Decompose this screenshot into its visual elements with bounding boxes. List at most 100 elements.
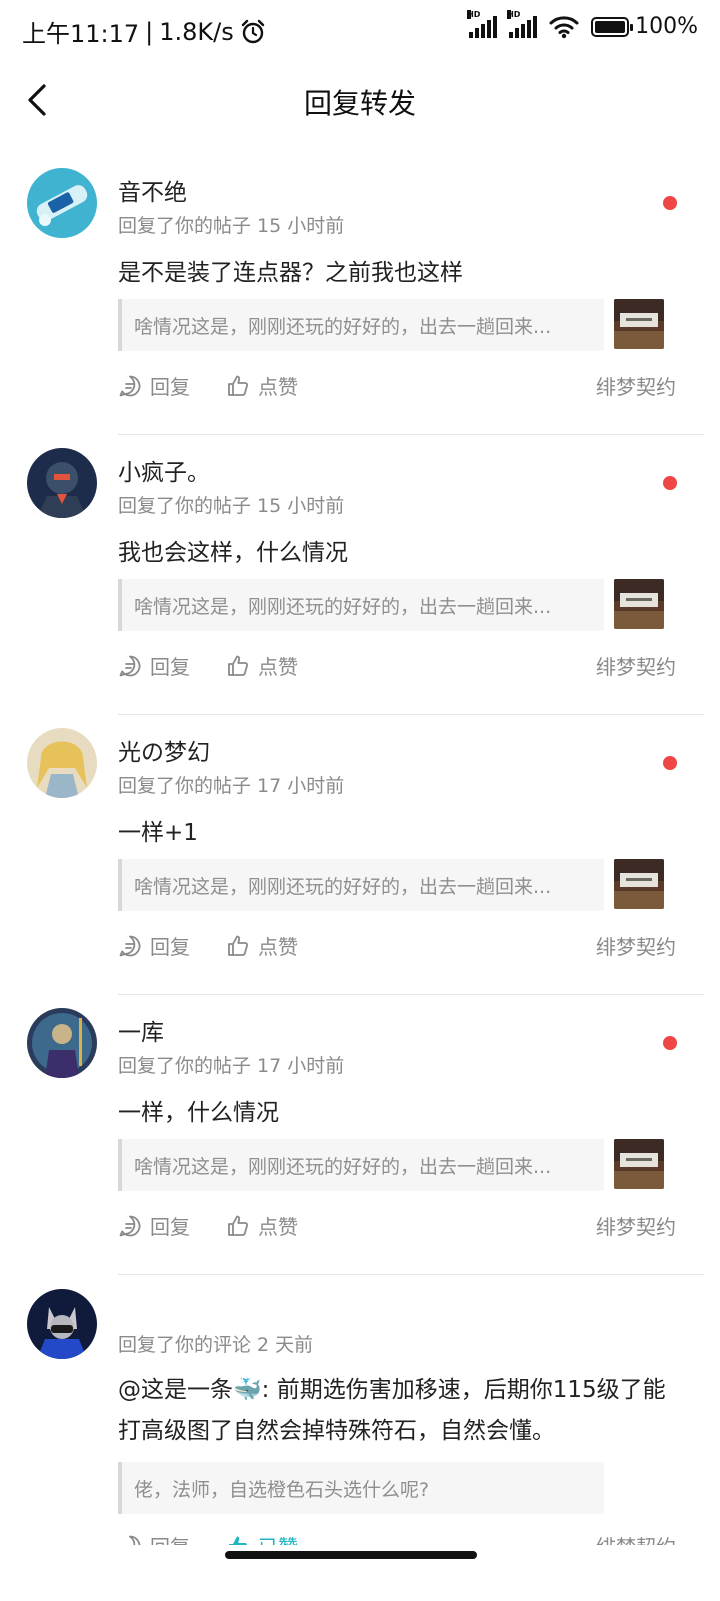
status-right: HD HD 100%	[467, 9, 698, 39]
like-label: 已赞	[258, 1531, 298, 1545]
reply-feed: 音不绝 回复了你的帖子 15 小时前 是不是装了连点器？之前我也这样 啥情况这是…	[0, 155, 720, 1545]
like-button[interactable]: 点赞	[226, 931, 298, 960]
username[interactable]: 光の梦幻	[118, 733, 210, 767]
reply-meta: 回复了你的帖子 15 小时前	[118, 215, 345, 237]
reply-button[interactable]: 回复	[118, 1531, 190, 1545]
unread-dot	[663, 1036, 677, 1050]
like-button[interactable]: 已赞	[226, 1531, 298, 1545]
reply-button[interactable]: 回复	[118, 371, 190, 400]
post-thumbnail[interactable]	[614, 859, 664, 909]
network-speed: 1.8K/s	[159, 17, 234, 46]
reply-text[interactable]: 一样，什么情况	[118, 1093, 279, 1133]
username[interactable]: 小疯子。	[118, 453, 210, 487]
notification-item-comment[interactable]: 回复了你的评论 2 天前 @这是一条🐳: 前期选伤害加移速，后期你115级了能 …	[0, 1275, 720, 1545]
avatar[interactable]	[27, 168, 97, 238]
status-time: 上午11:17	[22, 20, 140, 48]
reply-label: 回复	[150, 655, 190, 679]
post-thumbnail[interactable]	[614, 299, 664, 349]
like-button[interactable]: 点赞	[226, 651, 298, 680]
quoted-post-text: 啥情况这是，刚刚还玩的好好的，出去一趟回来...	[134, 876, 552, 898]
like-label: 点赞	[258, 375, 298, 399]
quoted-post-text: 啥情况这是，刚刚还玩的好好的，出去一趟回来...	[134, 596, 552, 618]
status-bar: 上午11:17 | 1.8K/s HD HD 100%	[0, 0, 720, 60]
signal-icon-2: HD	[507, 9, 538, 38]
reply-text[interactable]: 我也会这样，什么情况	[118, 533, 348, 573]
signal-icon: HD	[467, 9, 498, 38]
page-title: 回复转发	[303, 87, 416, 120]
battery-indicator: 100%	[591, 14, 698, 39]
username[interactable]: 音不绝	[118, 173, 187, 207]
like-button[interactable]: 点赞	[226, 1211, 298, 1240]
status-separator: |	[145, 17, 154, 46]
like-label: 点赞	[258, 655, 298, 679]
forum-name[interactable]: 绯梦契约	[596, 931, 676, 960]
reply-button[interactable]: 回复	[118, 1211, 190, 1240]
notification-item[interactable]: 光の梦幻 回复了你的帖子 17 小时前 一样+1 啥情况这是，刚刚还玩的好好的，…	[0, 715, 720, 995]
reply-button[interactable]: 回复	[118, 931, 190, 960]
quoted-post[interactable]: 啥情况这是，刚刚还玩的好好的，出去一趟回来...	[118, 299, 604, 351]
action-bar: 回复 点赞 绯梦契约	[118, 1211, 676, 1243]
reply-meta: 回复了你的帖子 15 小时前	[118, 495, 345, 517]
thumbs-up-icon	[228, 655, 249, 676]
thumbs-up-icon	[228, 935, 249, 956]
comment-icon	[119, 1215, 141, 1236]
action-bar: 回复 点赞 绯梦契约	[118, 651, 676, 683]
forum-name[interactable]: 绯梦契约	[596, 1531, 676, 1545]
avatar[interactable]	[27, 1008, 97, 1078]
reply-meta: 回复了你的帖子 17 小时前	[118, 1055, 345, 1077]
reply-label: 回复	[150, 1215, 190, 1239]
reply-text-line-1: @这是一条🐳: 前期选伤害加移速，后期你115级了能	[118, 1377, 666, 1403]
quoted-post[interactable]: 啥情况这是，刚刚还玩的好好的，出去一趟回来...	[118, 1139, 604, 1191]
post-thumbnail[interactable]	[614, 1139, 664, 1189]
notification-item[interactable]: 一库 回复了你的帖子 17 小时前 一样，什么情况 啥情况这是，刚刚还玩的好好的…	[0, 995, 720, 1275]
wifi-icon	[549, 15, 579, 38]
reply-label: 回复	[150, 375, 190, 399]
quoted-post[interactable]: 啥情况这是，刚刚还玩的好好的，出去一趟回来...	[118, 579, 604, 631]
quoted-post[interactable]: 啥情况这是，刚刚还玩的好好的，出去一趟回来...	[118, 859, 604, 911]
unread-dot	[663, 196, 677, 210]
quoted-post-text: 啥情况这是，刚刚还玩的好好的，出去一趟回来...	[134, 316, 552, 338]
action-bar: 回复 点赞 绯梦契约	[118, 371, 676, 403]
battery-percent: 100%	[635, 14, 698, 39]
action-bar: 回复 点赞 绯梦契约	[118, 931, 676, 963]
quoted-comment[interactable]: 佬，法师，自选橙色石头选什么呢?	[118, 1462, 604, 1514]
thumbs-up-icon	[228, 375, 249, 396]
forum-name[interactable]: 绯梦契约	[596, 651, 676, 680]
thumbs-up-filled-icon	[229, 1536, 248, 1545]
forum-name[interactable]: 绯梦契约	[596, 371, 676, 400]
comment-icon	[119, 935, 141, 956]
reply-meta: 回复了你的帖子 17 小时前	[118, 775, 345, 797]
notification-item[interactable]: 小疯子。 回复了你的帖子 15 小时前 我也会这样，什么情况 啥情况这是，刚刚还…	[0, 435, 720, 715]
post-thumbnail[interactable]	[614, 579, 664, 629]
like-label: 点赞	[258, 935, 298, 959]
reply-text[interactable]: 一样+1	[118, 813, 198, 853]
reply-label: 回复	[150, 935, 190, 959]
avatar[interactable]	[27, 448, 97, 518]
forum-name[interactable]: 绯梦契约	[596, 1211, 676, 1240]
reply-text[interactable]: 是不是装了连点器？之前我也这样	[118, 253, 463, 293]
unread-dot	[663, 756, 677, 770]
status-left: 上午11:17 | 1.8K/s	[22, 14, 266, 49]
comment-icon	[119, 375, 141, 396]
reply-meta: 回复了你的评论 2 天前	[118, 1334, 314, 1356]
like-label: 点赞	[258, 1215, 298, 1239]
username[interactable]: 一库	[118, 1013, 164, 1047]
quoted-post-text: 啥情况这是，刚刚还玩的好好的，出去一趟回来...	[134, 1156, 552, 1178]
battery-icon	[591, 16, 634, 37]
notification-item[interactable]: 音不绝 回复了你的帖子 15 小时前 是不是装了连点器？之前我也这样 啥情况这是…	[0, 155, 720, 435]
thumbs-up-icon	[228, 1215, 249, 1236]
nav-bar: 回复转发	[0, 60, 720, 140]
avatar[interactable]	[27, 728, 97, 798]
unread-dot	[663, 476, 677, 490]
home-indicator[interactable]	[225, 1551, 477, 1559]
alarm-icon	[241, 19, 264, 43]
comment-icon	[119, 655, 141, 676]
reply-button[interactable]: 回复	[118, 651, 190, 680]
avatar[interactable]	[27, 1289, 97, 1359]
reply-label: 回复	[150, 1531, 190, 1545]
like-button[interactable]: 点赞	[226, 371, 298, 400]
action-bar: 回复 已赞 绯梦契约	[118, 1531, 676, 1545]
quoted-comment-text: 佬，法师，自选橙色石头选什么呢?	[134, 1479, 430, 1501]
reply-text-line-2: 打高级图了自然会掉特殊符石，自然会懂。	[118, 1418, 555, 1444]
reply-text[interactable]: @这是一条🐳: 前期选伤害加移速，后期你115级了能 打高级图了自然会掉特殊符石…	[118, 1370, 666, 1452]
